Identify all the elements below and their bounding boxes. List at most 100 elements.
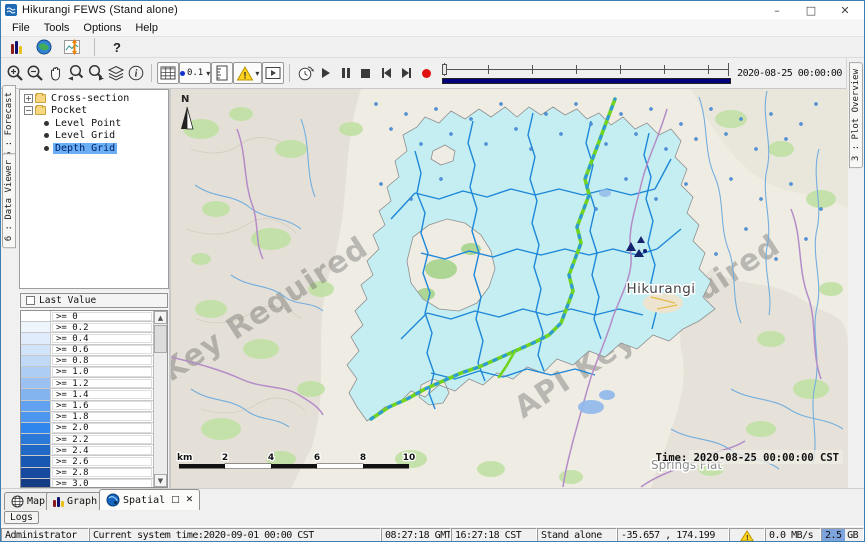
- logs-button[interactable]: Logs: [4, 511, 39, 524]
- legend-label: >= 0: [52, 312, 152, 321]
- town-label: Hikurangi: [626, 281, 695, 297]
- time-slider-thumb[interactable]: [442, 64, 447, 75]
- tab-data-viewer[interactable]: 6 : Data Viewer: [2, 153, 16, 248]
- pan-icon[interactable]: [45, 62, 65, 84]
- zoom-in-icon[interactable]: [5, 62, 25, 84]
- warning-dropdown[interactable]: ! ▾: [233, 62, 262, 84]
- map-canvas[interactable]: API Key Required API Key Required: [171, 89, 848, 488]
- legend-row[interactable]: >= 2.2: [21, 434, 153, 445]
- legend-row[interactable]: >= 0.2: [21, 322, 153, 333]
- main-toolbar: ?: [1, 37, 864, 58]
- legend-label: >= 1.8: [52, 412, 152, 421]
- play-icon[interactable]: [315, 62, 335, 84]
- map-view[interactable]: API Key Required API Key Required: [171, 89, 848, 488]
- legend-label: >= 3.0: [52, 479, 152, 488]
- zoom-next-icon[interactable]: [86, 62, 106, 84]
- bottom-tab-row: Map Graph Spatial □ ✕: [1, 488, 864, 510]
- tree-item-depth-grid[interactable]: Depth Grid: [20, 142, 168, 155]
- legend-row[interactable]: >= 0.6: [21, 345, 153, 356]
- status-download-rate: 0.0 MB/s: [765, 528, 821, 542]
- info-icon[interactable]: i: [126, 62, 146, 84]
- legend-row[interactable]: >= 2.6: [21, 456, 153, 467]
- svg-text:10: 10: [403, 453, 416, 463]
- legend-row[interactable]: >= 0: [21, 311, 153, 322]
- globe-icon[interactable]: [33, 36, 55, 58]
- legend-swatch: [21, 378, 51, 388]
- tab-plot-overview[interactable]: 3 : Plot Overview: [849, 62, 863, 168]
- legend-panel: Last Value >= 0 >= 0.2 >= 0.4: [19, 291, 169, 488]
- tab-maximize-icon[interactable]: □: [171, 495, 180, 505]
- legend-swatch: [21, 401, 51, 411]
- tree-item-level-point[interactable]: Level Point: [20, 117, 168, 130]
- tab-close-icon[interactable]: ✕: [186, 495, 194, 505]
- legend-row[interactable]: >= 0.8: [21, 356, 153, 367]
- threshold-dot-icon: [180, 71, 185, 76]
- menu-item[interactable]: Help: [128, 20, 165, 36]
- status-bar: Administrator Current system time:2020-0…: [1, 526, 864, 542]
- last-value-checkbox[interactable]: [26, 296, 35, 305]
- time-overlay: Time: 2020-08-25 00:00:00 CST: [656, 450, 843, 464]
- collapse-icon[interactable]: −: [24, 106, 33, 115]
- legend-row[interactable]: >= 2.0: [21, 423, 153, 434]
- menu-item[interactable]: Options: [76, 20, 128, 36]
- tree-item-pocket[interactable]: − Pocket: [20, 105, 168, 118]
- threshold-dropdown[interactable]: 0.1 ▾: [179, 62, 211, 84]
- scroll-down-icon[interactable]: ▼: [154, 474, 167, 487]
- spatial-globe-icon: [106, 493, 120, 507]
- scrollbar-thumb[interactable]: [154, 325, 167, 353]
- legend-row[interactable]: >= 1.8: [21, 412, 153, 423]
- maximize-button[interactable]: □: [794, 1, 828, 19]
- record-icon[interactable]: [416, 62, 436, 84]
- tab-forecast[interactable]: 5 : Forecast: [2, 85, 16, 164]
- tab-spatial[interactable]: Spatial □ ✕: [99, 489, 200, 510]
- menu-item[interactable]: Tools: [37, 20, 77, 36]
- status-gmt-time: 08:27:18 GMT: [381, 528, 451, 542]
- scroll-up-icon[interactable]: ▲: [154, 311, 167, 324]
- legend-label: >= 2.4: [52, 446, 152, 455]
- tree-item-cross-section[interactable]: + Cross-section: [20, 92, 168, 105]
- grid-icon[interactable]: [157, 62, 179, 84]
- legend-label: >= 2.6: [52, 457, 152, 466]
- data-viewer-panel: + Cross-section − Pocket Level Point Lev…: [19, 89, 171, 488]
- step-forward-icon[interactable]: [396, 62, 416, 84]
- tree-item-level-grid[interactable]: Level Grid: [20, 130, 168, 143]
- legend-swatch: [21, 468, 51, 478]
- close-button[interactable]: ✕: [828, 1, 862, 19]
- help-icon[interactable]: ?: [106, 36, 128, 58]
- animation-clock-icon[interactable]: [295, 62, 315, 84]
- legend-scrollbar[interactable]: ▲ ▼: [153, 311, 167, 487]
- legend-row[interactable]: >= 0.4: [21, 333, 153, 344]
- legend-swatch: [21, 423, 51, 433]
- ruler-icon[interactable]: [211, 62, 233, 84]
- timeseries-icon[interactable]: [61, 36, 83, 58]
- menu-item[interactable]: File: [5, 20, 37, 36]
- legend-row[interactable]: >= 2.8: [21, 468, 153, 479]
- zoom-previous-icon[interactable]: [65, 62, 85, 84]
- timeline-datetime: 2020-08-25 00:00:00 CST: [737, 68, 864, 79]
- stop-icon[interactable]: [356, 62, 376, 84]
- legend-row[interactable]: >= 3.0: [21, 479, 153, 488]
- tab-map[interactable]: Map: [4, 492, 52, 510]
- zoom-out-icon[interactable]: [25, 62, 45, 84]
- legend-label: >= 2.0: [52, 423, 152, 432]
- bar-chart-icon[interactable]: [5, 36, 27, 58]
- pause-icon[interactable]: [336, 62, 356, 84]
- legend-row[interactable]: >= 2.4: [21, 445, 153, 456]
- layers-icon[interactable]: [106, 62, 126, 84]
- expand-icon[interactable]: +: [24, 94, 33, 103]
- minimize-button[interactable]: –: [760, 1, 794, 19]
- legend-row[interactable]: >= 1.6: [21, 401, 153, 412]
- step-back-icon[interactable]: [376, 62, 396, 84]
- folder-icon: [35, 106, 46, 115]
- legend-swatch: [21, 345, 51, 355]
- legend-row[interactable]: >= 1.4: [21, 389, 153, 400]
- legend-label: >= 0.2: [52, 323, 152, 332]
- left-tab-strip: 5 : Forecast 6 : Data Viewer: [1, 89, 19, 488]
- time-slider[interactable]: [442, 61, 731, 85]
- last-value-label: Last Value: [39, 295, 96, 306]
- legend-row[interactable]: >= 1.2: [21, 378, 153, 389]
- status-warning-cell[interactable]: !: [729, 528, 765, 542]
- movie-icon[interactable]: [262, 62, 284, 84]
- tab-graph[interactable]: Graph: [46, 492, 104, 510]
- legend-row[interactable]: >= 1.0: [21, 367, 153, 378]
